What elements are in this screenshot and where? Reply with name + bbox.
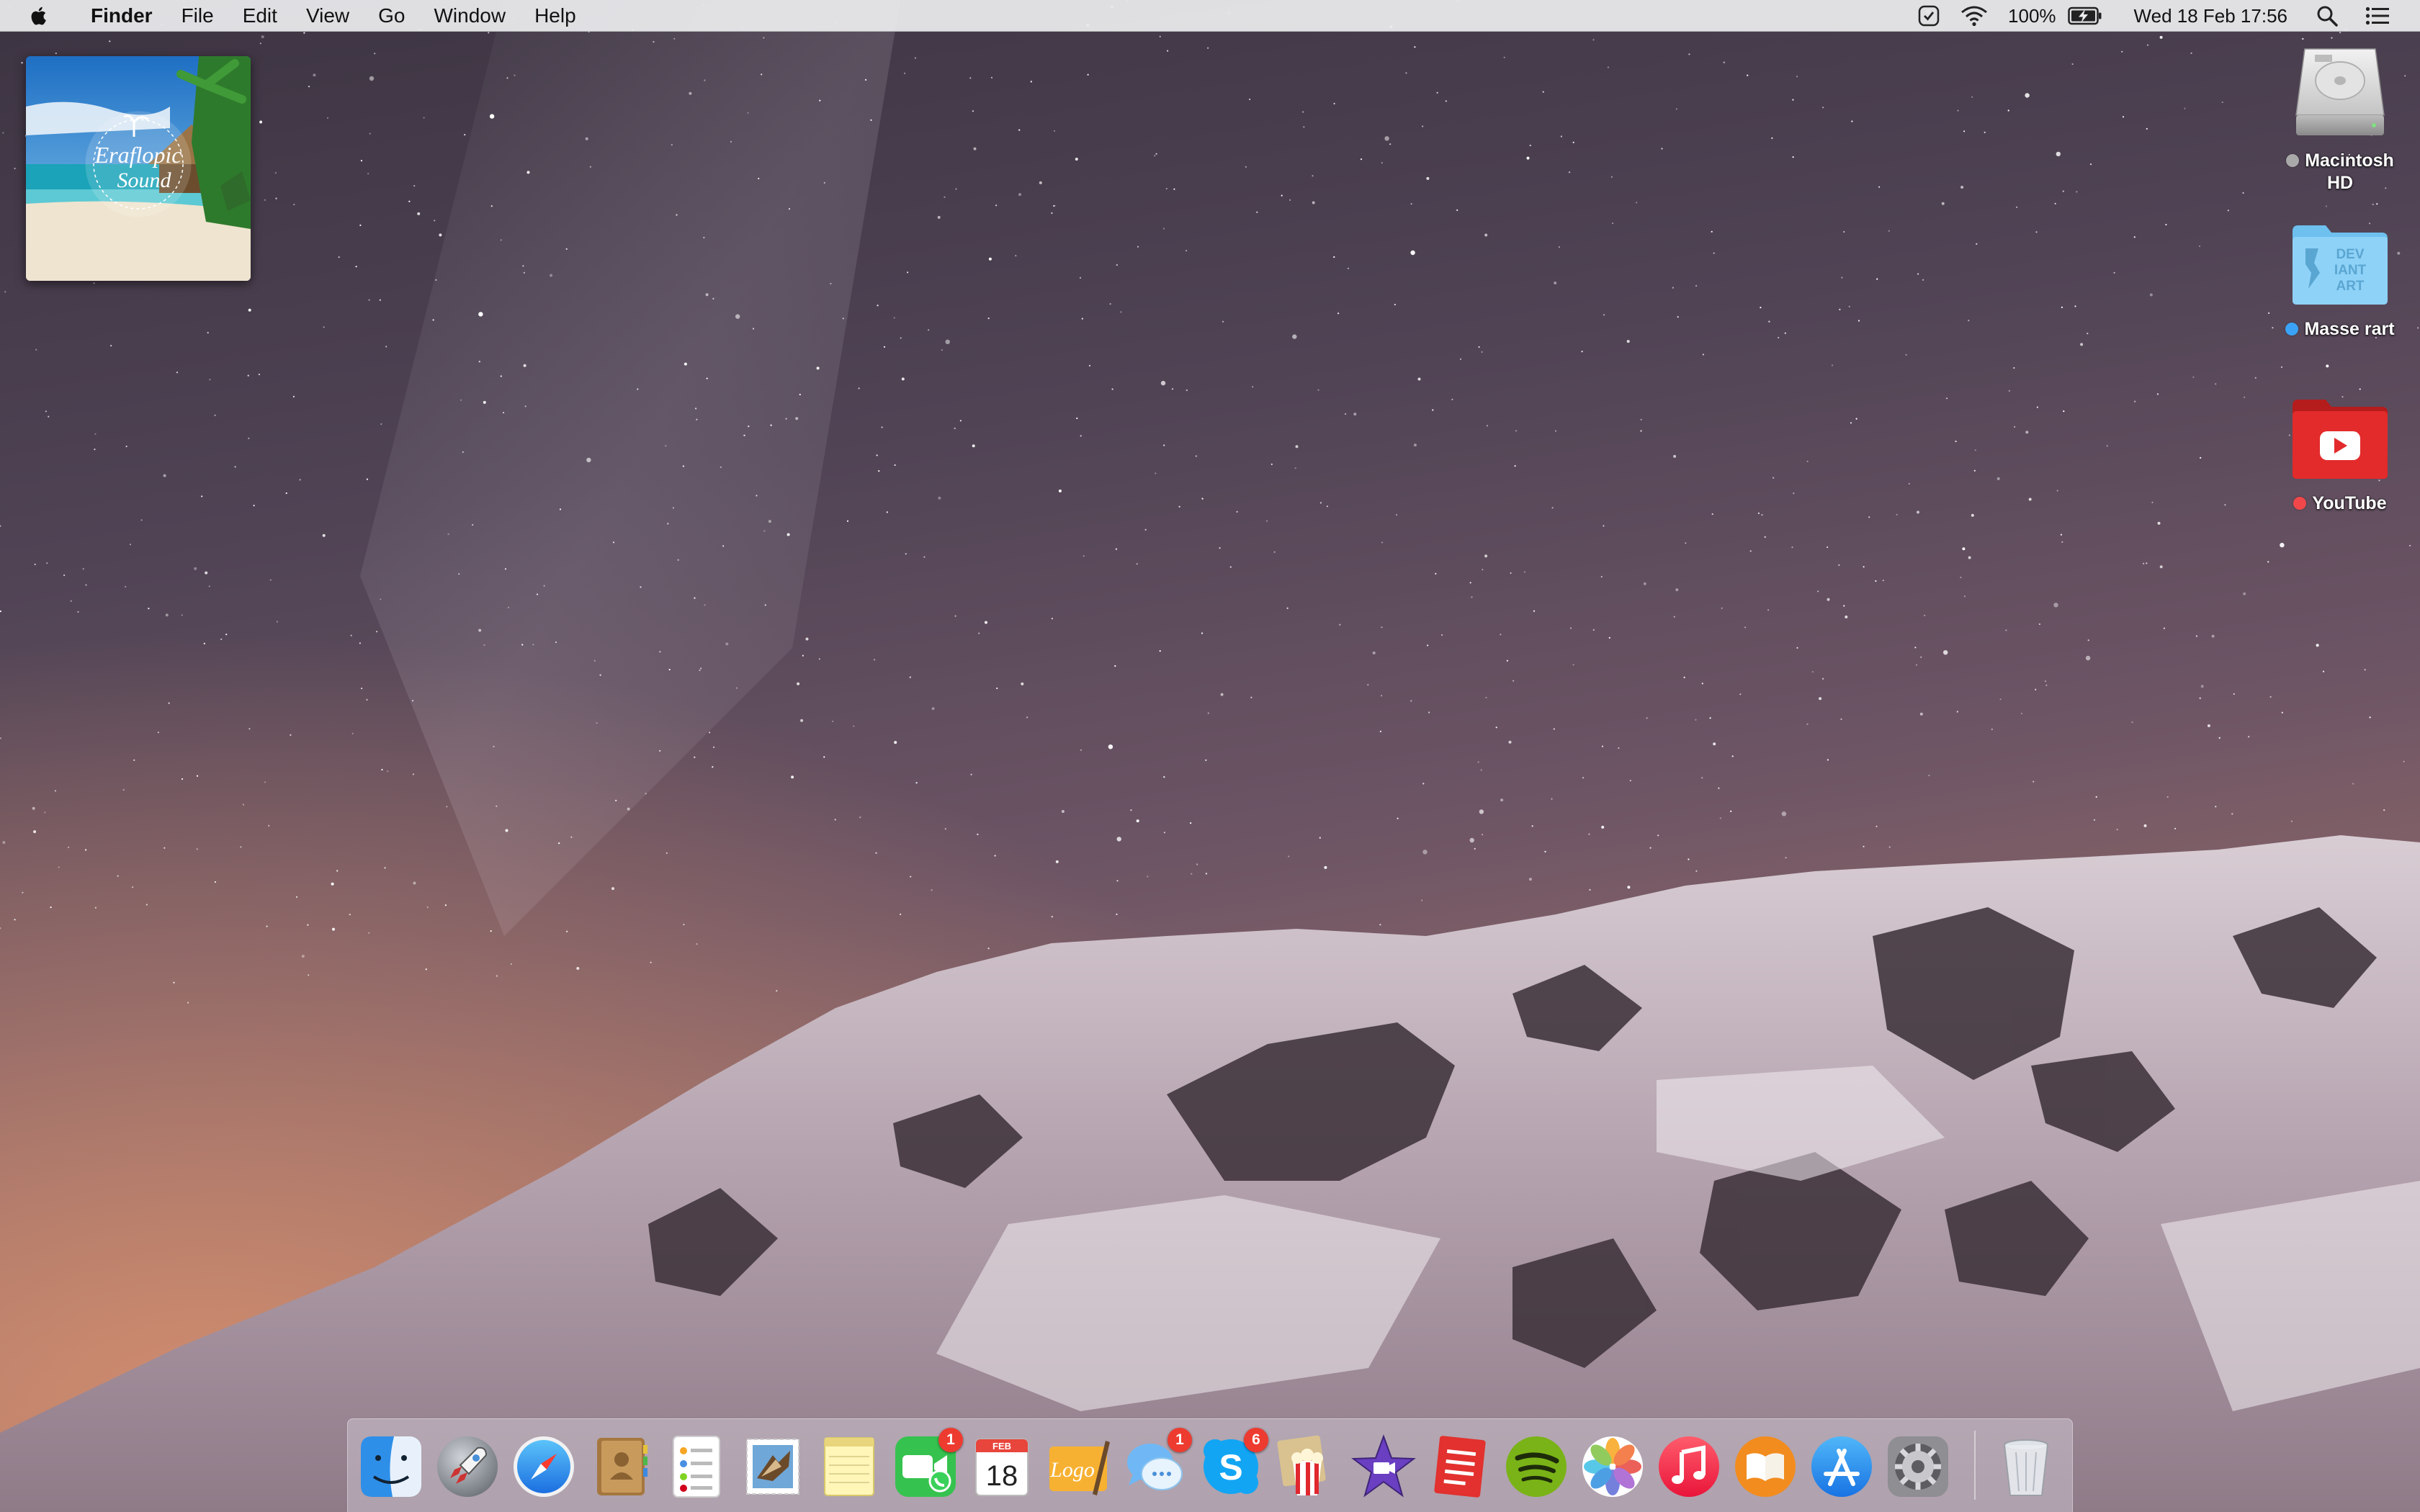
album-title-line2: Sound [117,168,172,192]
spotlight-search-icon[interactable] [2306,0,2348,32]
dock-safari[interactable] [511,1434,577,1500]
dock-notes[interactable] [816,1434,882,1500]
menu-go[interactable]: Go [364,0,419,32]
dock-mail[interactable] [740,1434,806,1500]
mail-stamp-icon [746,1439,799,1495]
menu-finder[interactable]: Finder [76,0,167,32]
todo-list-icon [1434,1436,1486,1498]
desktop-icon-label: Macintosh HD [2305,150,2394,194]
trash-icon [2004,1439,2048,1496]
dock-finder[interactable] [358,1434,424,1500]
dock-skype[interactable]: S 6 [1198,1428,1268,1500]
menu-edit[interactable]: Edit [228,0,292,32]
folder-text-line2: IANT [2334,263,2367,278]
dock: 1 FEB 18 Logo 1 S 6 [347,1418,2073,1512]
photos-flower-icon [1582,1436,1643,1497]
dock-launchpad[interactable] [434,1434,501,1500]
folder-text-line3: ART [2336,279,2364,294]
dock-popcorn[interactable] [1274,1434,1340,1500]
hard-drive-icon [2286,42,2394,143]
dock-separator [1974,1431,1976,1500]
dock-reminders[interactable] [663,1434,730,1500]
dock-contacts[interactable] [587,1434,653,1500]
tag-dot-red [2293,497,2307,510]
dock-imovie[interactable] [1350,1434,1417,1500]
reminders-list-icon [673,1436,720,1498]
dock-itunes[interactable] [1656,1434,1722,1500]
battery-charging-icon[interactable] [2066,0,2112,32]
folder-text-line1: DEV [2336,247,2364,262]
itunes-note-icon [1659,1436,1719,1497]
menu-window[interactable]: Window [419,0,520,32]
app-store-icon [1811,1436,1872,1497]
dock-messages[interactable]: 1 [1121,1428,1192,1500]
battery-percent: 100% [2008,4,2056,27]
desktop-icon-label: YouTube [2312,493,2387,513]
clock-check-icon[interactable] [1907,0,1950,32]
desktop-icon-youtube[interactable]: YouTube [2264,396,2416,515]
launchpad-rocket-icon [437,1436,498,1497]
notification-center-icon[interactable] [2348,0,2400,32]
deviantart-folder-icon: DEV IANT ART [2286,222,2394,308]
notification-badge: 1 [1168,1428,1192,1452]
safari-compass-icon [514,1436,574,1497]
calendar-icon: FEB 18 [975,1439,1028,1496]
desktop-icon-macintosh-hd[interactable]: Macintosh HD [2264,42,2416,194]
notification-badge: 6 [1244,1428,1268,1452]
dock-app-store[interactable] [1809,1434,1875,1500]
dock-logoist[interactable]: Logo [1045,1434,1111,1500]
album-art-widget[interactable]: Eraflopic Sound [26,56,251,281]
notes-pad-icon [824,1437,874,1496]
desktop-wallpaper [0,0,2420,1512]
dock-facetime[interactable]: 1 [892,1428,963,1500]
tag-dot-blue [2285,323,2299,336]
calendar-day: 18 [986,1460,1018,1492]
logo-app-text: Logo [1049,1458,1095,1482]
calendar-month: FEB [992,1441,1011,1452]
desktop-icon-masse-rart[interactable]: DEV IANT ART Masse rart [2264,222,2416,341]
notification-badge: 1 [938,1428,963,1452]
menu-bar: Finder File Edit View Go Window Help 100… [0,0,2420,32]
svg-text:S: S [1219,1447,1242,1488]
popcorn-icon [1277,1435,1326,1495]
imovie-star-icon [1351,1434,1416,1498]
album-title-line1: Eraflopic [94,142,182,168]
apple-menu-icon[interactable] [27,0,52,32]
menu-file[interactable]: File [167,0,228,32]
dock-trash[interactable] [1993,1434,2059,1500]
system-preferences-gear-icon [1888,1436,1948,1497]
finder-icon [361,1436,421,1497]
menu-help[interactable]: Help [520,0,591,32]
tag-dot-gray [2286,154,2300,167]
dock-spotify[interactable] [1503,1434,1569,1500]
youtube-folder-icon [2286,396,2394,482]
spotify-icon [1506,1436,1567,1497]
desktop-icon-label: Masse rart [2304,319,2395,339]
dock-ibooks[interactable] [1732,1434,1798,1500]
wifi-icon[interactable] [1950,0,1998,32]
dock-calendar[interactable]: FEB 18 [969,1434,1035,1500]
contacts-book-icon [597,1438,647,1495]
dock-photos[interactable] [1579,1434,1646,1500]
label-line: HD [2326,173,2354,193]
logo-design-icon: Logo [1049,1441,1110,1495]
label-line: Macintosh [2305,150,2394,171]
dock-todo[interactable] [1427,1434,1493,1500]
ibooks-icon [1735,1436,1796,1497]
menu-view[interactable]: View [292,0,364,32]
clock-datetime[interactable]: Wed 18 Feb 17:56 [2112,0,2306,32]
dock-system-preferences[interactable] [1885,1434,1951,1500]
